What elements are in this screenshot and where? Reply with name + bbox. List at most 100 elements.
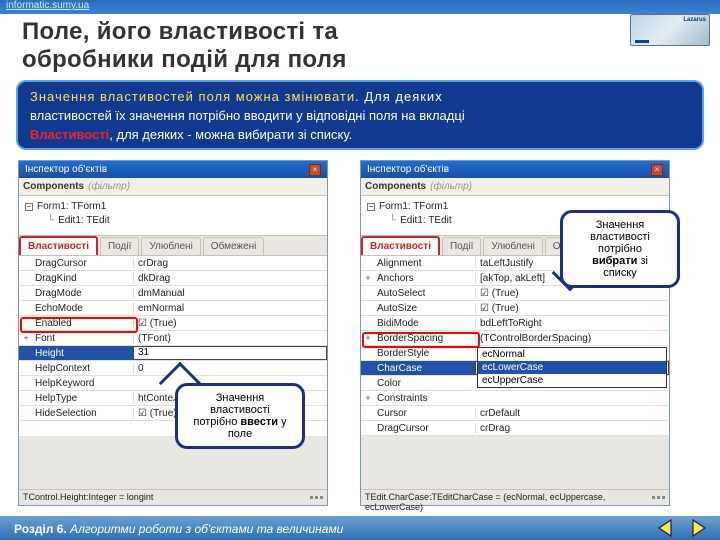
filter-placeholder[interactable]: (фільтр)	[88, 181, 130, 192]
property-value[interactable]: dkDrag	[133, 273, 327, 284]
status-text-right: TEdit.CharCase:TEditCharCase = (ecNormal…	[365, 492, 652, 503]
property-row[interactable]: CursorcrDefault	[361, 406, 669, 421]
property-row[interactable]: +Constraints	[361, 391, 669, 406]
component-filter: Components (фільтр)	[19, 178, 327, 196]
b1-bold: ввести	[240, 416, 278, 428]
tab-properties[interactable]: Властивості	[19, 236, 98, 255]
status-text-left: TControl.Height:Integer = longint	[23, 492, 153, 503]
property-row[interactable]: DragCursorcrDrag	[19, 256, 327, 271]
chapter-title: Алгоритми роботи з об'єктами та величина…	[67, 522, 344, 536]
callout-line-3: Властивості, для деяких - можна вибирати…	[30, 126, 690, 145]
app-logo: Lazarus	[630, 14, 710, 46]
property-name: AutoSelect	[375, 288, 475, 299]
property-value[interactable]: ☑ (True)	[475, 303, 669, 314]
inspector-panel-left: Інспектор об'єктів × Components (фільтр)…	[18, 160, 328, 506]
property-name: Cursor	[375, 408, 475, 419]
property-row[interactable]: DragCursorcrDrag	[361, 421, 669, 436]
callout-bubble-enter-value: Значення властивості потрібно ввести у п…	[175, 383, 305, 449]
tree-form-node[interactable]: Form1: TForm1	[37, 200, 106, 214]
callout-red-text: Властивості	[30, 127, 109, 142]
property-name: EchoMode	[33, 303, 133, 314]
property-value[interactable]: 31	[133, 346, 327, 360]
callout-line-2: властивостей їх значення потрібно вводит…	[30, 107, 690, 126]
component-tree[interactable]: −Form1: TForm1 └Edit1: TEdit	[19, 196, 327, 236]
tree-collapse-icon[interactable]: −	[25, 203, 33, 211]
expand-icon[interactable]: +	[361, 393, 375, 403]
b1-w4: у	[278, 416, 287, 428]
b1-w1: Значення	[216, 392, 265, 404]
tab-restricted[interactable]: Обмежені	[203, 237, 265, 255]
dropdown-option[interactable]: ecUpperCase	[478, 374, 666, 387]
tree-form-node[interactable]: Form1: TForm1	[379, 200, 448, 214]
property-value[interactable]: crDrag	[475, 423, 669, 434]
property-value[interactable]: (TFont)	[133, 333, 327, 344]
tab-events[interactable]: Події	[442, 237, 481, 255]
close-icon[interactable]: ×	[651, 164, 663, 176]
property-row[interactable]: DragKinddkDrag	[19, 271, 327, 286]
prev-button[interactable]	[652, 516, 680, 540]
slide-title: Поле, його властивості та обробники поді…	[22, 18, 347, 73]
status-bar-right: TEdit.CharCase:TEditCharCase = (ecNormal…	[361, 489, 669, 505]
tab-properties[interactable]: Властивості	[361, 236, 440, 255]
panel-titlebar: Інспектор об'єктів ×	[361, 161, 669, 178]
property-value[interactable]: crDrag	[133, 258, 327, 269]
b2-w5: списку	[603, 267, 637, 279]
top-bar	[0, 0, 720, 14]
expand-icon[interactable]: +	[19, 333, 33, 343]
tree-collapse-icon[interactable]: −	[367, 203, 375, 211]
dropdown-option[interactable]: ecLowerCase	[478, 361, 666, 374]
resize-grip-icon	[310, 492, 323, 503]
tab-favorites[interactable]: Улюблені	[483, 237, 542, 255]
property-row[interactable]: AutoSelect☑ (True)	[361, 286, 669, 301]
property-value[interactable]: (TControlBorderSpacing)	[475, 333, 669, 344]
property-value[interactable]: crDefault	[475, 408, 669, 419]
callout-yellow-text: Значення властивостей поля можна змінюва…	[30, 89, 355, 104]
property-row[interactable]: EchoModeemNormal	[19, 301, 327, 316]
b2-bold: вибрати	[592, 255, 637, 267]
property-name: CharCase	[375, 363, 475, 374]
filter-placeholder[interactable]: (фільтр)	[430, 181, 472, 192]
tree-edit-node[interactable]: Edit1: TEdit	[400, 214, 452, 228]
logo-label: Lazarus	[683, 17, 706, 23]
property-row[interactable]: DragModedmManual	[19, 286, 327, 301]
chapter-number: Розділ 6.	[14, 522, 67, 536]
property-name: DragKind	[33, 273, 133, 284]
property-value[interactable]: 0	[133, 363, 327, 374]
filter-label: Components	[365, 181, 426, 192]
highlight-rectangle-charcase	[362, 332, 480, 348]
property-name: Height	[33, 348, 133, 359]
b1-w5: поле	[228, 428, 252, 440]
property-name: AutoSize	[375, 303, 475, 314]
property-name: Alignment	[375, 258, 475, 269]
property-value[interactable]: dmManual	[133, 288, 327, 299]
property-value[interactable]: bdLeftToRight	[475, 318, 669, 329]
property-value[interactable]: ☑ (True)	[133, 318, 327, 329]
tab-events[interactable]: Події	[100, 237, 139, 255]
property-row[interactable]: BidiModebdLeftToRight	[361, 316, 669, 331]
dropdown-option[interactable]: ecNormal	[478, 348, 666, 361]
tab-favorites[interactable]: Улюблені	[141, 237, 200, 255]
property-row[interactable]: AutoSize☑ (True)	[361, 301, 669, 316]
tree-edit-node[interactable]: Edit1: TEdit	[58, 214, 110, 228]
title-line-1: Поле, його властивості та	[22, 18, 338, 45]
property-name: Color	[375, 378, 475, 389]
info-callout: Значення властивостей поля можна змінюва…	[16, 80, 704, 150]
property-value[interactable]: emNormal	[133, 303, 327, 314]
tabs-row: Властивості Події Улюблені Обмежені	[19, 236, 327, 256]
site-link[interactable]: informatic.sumy.ua	[6, 0, 89, 11]
b1-w2: властивості	[210, 404, 270, 416]
title-line-2: обробники подій для поля	[22, 46, 347, 73]
close-icon[interactable]: ×	[309, 164, 321, 176]
callout-rest-3: , для деяких - можна вибирати зі списку.	[109, 127, 352, 142]
property-name: BidiMode	[375, 318, 475, 329]
expand-icon[interactable]: +	[361, 273, 375, 283]
property-name: Font	[33, 333, 133, 344]
property-name: Constraints	[375, 393, 475, 404]
property-row[interactable]: +Font(TFont)	[19, 331, 327, 346]
property-row[interactable]: Height31	[19, 346, 327, 361]
panel-title-text: Інспектор об'єктів	[367, 164, 449, 175]
charcase-dropdown[interactable]: ecNormalecLowerCaseecUpperCase	[477, 347, 667, 388]
b2-w1: Значення	[596, 219, 645, 231]
next-button[interactable]	[684, 516, 712, 540]
tree-branch-icon: └	[389, 214, 396, 228]
